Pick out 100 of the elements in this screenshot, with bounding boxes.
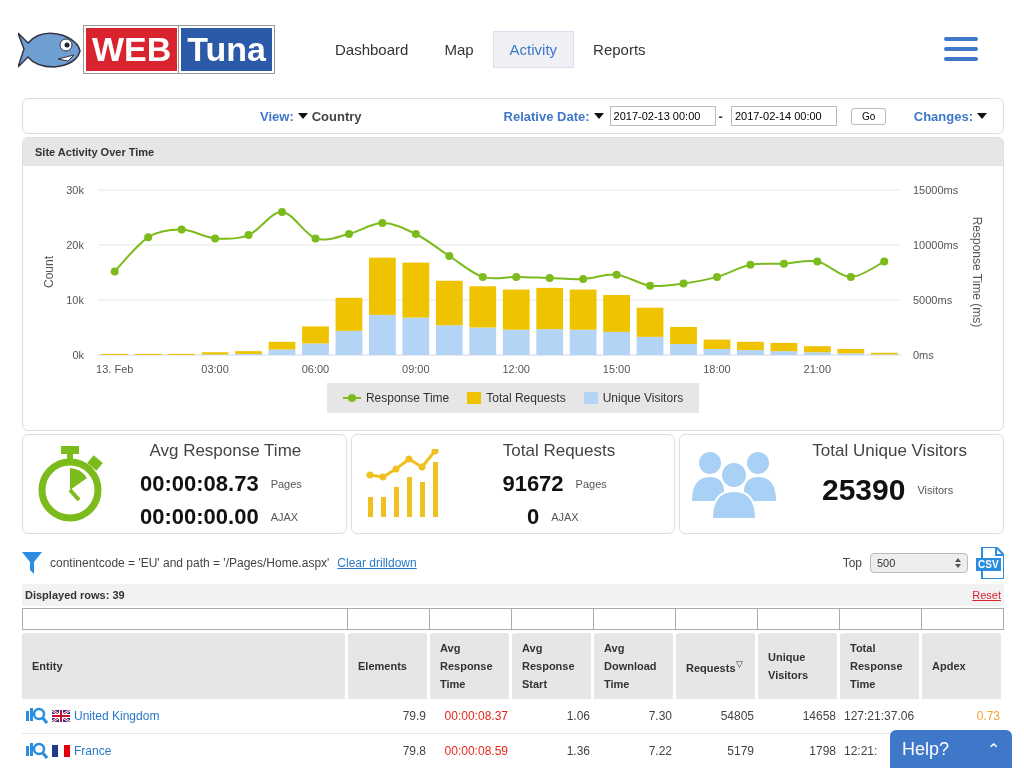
changes-dropdown[interactable]: Changes: (913, 108, 987, 124)
nav-tab[interactable]: Dashboard (318, 30, 426, 68)
table-cell: 7.30 (594, 699, 676, 734)
table-cell: 5179 (676, 734, 758, 768)
point (579, 275, 588, 284)
column-header[interactable]: Requests$^{▽}$ (676, 630, 758, 699)
logo-text: Tuna (179, 25, 275, 73)
flag-icon (52, 710, 70, 722)
date-from-field[interactable]: 2017-02-13 00:00 (609, 106, 716, 126)
kpi-unit: Visitors (917, 484, 955, 496)
point (813, 257, 822, 266)
axis-label: 06:00 (301, 363, 330, 375)
go-button[interactable]: Go (850, 107, 887, 125)
view-value: Country (311, 108, 362, 124)
axis-label: 10000ms (913, 239, 959, 251)
point (779, 259, 788, 268)
point (712, 272, 721, 281)
table-cell: 1.06 (512, 699, 594, 734)
column-header[interactable]: Total Response Time (840, 630, 922, 699)
flag-icon (52, 745, 70, 757)
table-cell: 54805 (676, 699, 758, 734)
kpi-title: Total Requests (502, 441, 616, 461)
point (211, 234, 220, 243)
entity-link[interactable]: United Kingdom (74, 709, 160, 723)
axis-label: 18:00 (703, 363, 731, 375)
panel-title: Site Activity Over Time (23, 138, 1003, 166)
legend-label[interactable]: Response Time (365, 391, 450, 405)
axis-label: 21:00 (803, 363, 832, 375)
column-header[interactable]: Apdex (922, 630, 1004, 699)
axis-label: 09:00 (402, 363, 430, 375)
nav-tab[interactable]: Reports (576, 30, 663, 68)
nav-tab[interactable]: Activity (492, 30, 575, 68)
table-cell: 79.9 (348, 699, 430, 734)
top-label: Top (842, 556, 862, 570)
clear-drilldown-link[interactable]: Clear drilldown (337, 556, 417, 570)
column-header[interactable]: Elements (348, 630, 430, 699)
date-to-field[interactable]: 2017-02-14 00:00 (730, 106, 837, 126)
axis-title: Response Time (ms) (970, 216, 984, 328)
point (646, 281, 655, 290)
filter-icon (22, 552, 42, 574)
axis-label: 10k (66, 294, 84, 306)
people-icon (692, 449, 777, 519)
kpi-unit: AJAX (551, 510, 580, 523)
legend-swatch-icon (583, 392, 598, 404)
spinner-icon (955, 558, 961, 568)
displayed-rows-label: Displayed rows: 39 (25, 589, 125, 601)
kpi-value: 00:00:08.73 (140, 470, 259, 497)
axis-label: 0k (72, 349, 84, 361)
kpi-value: 25390 (821, 473, 906, 507)
axis-label: 12:00 (502, 363, 530, 375)
help-button[interactable]: Help? ⌃ (890, 730, 1012, 768)
date-separator: - (718, 108, 723, 124)
view-dropdown[interactable]: View: (260, 108, 308, 124)
kpi-value: 91672 (502, 470, 564, 497)
column-header[interactable]: Avg Response Start (512, 630, 594, 699)
kpi-unit: Pages (270, 477, 303, 490)
menu-icon[interactable] (944, 37, 978, 61)
column-header[interactable]: Entity (22, 630, 348, 699)
point (545, 274, 554, 282)
entity-link[interactable]: France (74, 744, 112, 758)
filter-cell[interactable] (22, 608, 348, 630)
axis-label: 15:00 (602, 363, 631, 375)
point (411, 230, 420, 238)
reset-link[interactable]: Reset (972, 589, 1001, 601)
point (177, 225, 186, 234)
nav-tab[interactable]: Map (427, 30, 491, 68)
point (846, 272, 855, 281)
column-header[interactable]: Unique Visitors (758, 630, 840, 699)
table-cell: 14658 (758, 699, 840, 734)
column-header[interactable]: Avg Response Time (430, 630, 512, 699)
axis-label: 0ms (913, 349, 934, 361)
point (612, 270, 621, 279)
kpi-value: 0 (526, 503, 540, 530)
filter-text: continentcode = 'EU' and path = '/Pages/Home.aspx' (50, 556, 330, 570)
table-cell: 79.8 (348, 734, 430, 768)
point (311, 234, 320, 243)
legend-label[interactable]: Unique Visitors (602, 391, 684, 405)
kpi-unit: Pages (575, 477, 608, 490)
kpi-value: 00:00:00.00 (140, 503, 259, 530)
point (445, 252, 454, 260)
logo-text: WEB (84, 25, 180, 73)
point (278, 208, 287, 216)
axis-label: 5000ms (913, 294, 953, 306)
axis-label: 13. Feb (96, 363, 134, 375)
point (110, 267, 119, 276)
table-cell: 00:00:08.59 (430, 734, 512, 768)
point (244, 231, 253, 240)
kpi-title: Total Unique Visitors (812, 441, 967, 461)
top-select[interactable]: 500 (870, 553, 968, 573)
legend-label[interactable]: Total Requests (486, 391, 566, 405)
table-cell: 1798 (758, 734, 840, 768)
legend-line-icon (342, 393, 361, 403)
relative-date-dropdown[interactable]: Relative Date: (503, 108, 604, 124)
point (880, 257, 889, 266)
column-header[interactable]: Avg Download Time (594, 630, 676, 699)
axis-title: Count (42, 256, 56, 288)
axis-label: 30k (66, 184, 84, 196)
kpi-title: Avg Response Time (149, 441, 302, 461)
point (746, 260, 755, 269)
kpi-unit: AJAX (270, 510, 300, 523)
